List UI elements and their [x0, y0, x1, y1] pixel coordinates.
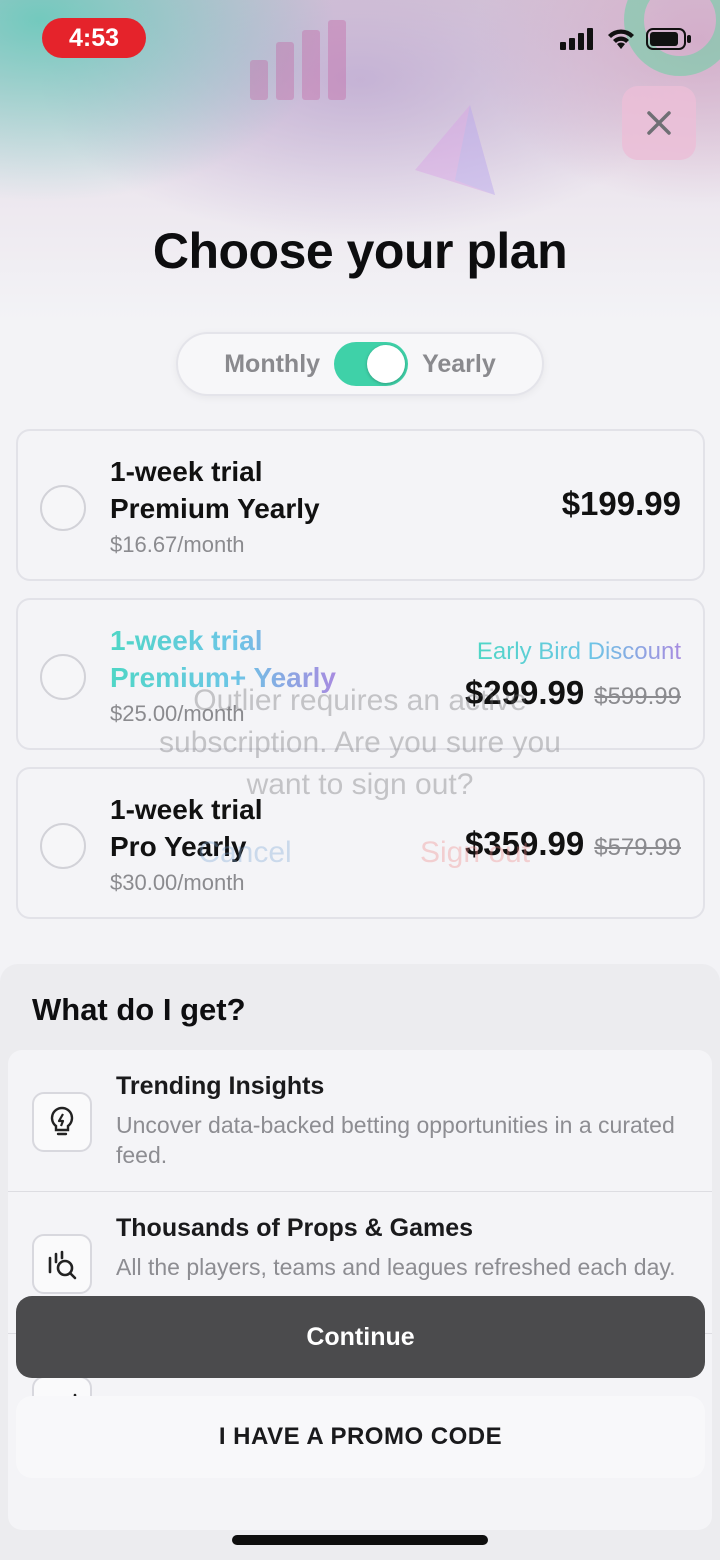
benefit-title: Trending Insights	[116, 1072, 325, 1100]
status-icons	[560, 28, 692, 50]
alert-sign-out-button[interactable]: Sign out	[360, 836, 590, 870]
billing-period-toggle[interactable]: Monthly Yearly	[176, 332, 544, 396]
status-bar: 4:53	[0, 0, 720, 80]
monthly-label[interactable]: Monthly	[224, 350, 320, 379]
plan-monthly-price: $16.67/month	[110, 532, 245, 557]
plan-price: $199.99	[561, 485, 681, 522]
plan-card-premium-yearly[interactable]: 1-week trial Premium Yearly $16.67/month…	[16, 429, 705, 581]
plan-text: 1-week trial Premium Yearly $16.67/month	[110, 453, 320, 563]
battery-icon	[646, 28, 691, 50]
alert-cancel-button[interactable]: Cancel	[130, 836, 360, 870]
wifi-icon	[608, 29, 634, 49]
plan-radio[interactable]	[40, 485, 86, 531]
promo-code-button[interactable]: I HAVE A PROMO CODE	[16, 1396, 705, 1478]
yearly-label[interactable]: Yearly	[422, 350, 496, 379]
benefit-description: Uncover data-backed betting opportunitie…	[116, 1112, 675, 1168]
billing-switch[interactable]	[334, 342, 409, 386]
lightbulb-icon	[32, 1092, 92, 1152]
benefit-item: Trending Insights Uncover data-backed be…	[8, 1050, 712, 1192]
alert-message: Outlier requires an active subscription.…	[159, 684, 561, 801]
plan-monthly-price: $30.00/month	[110, 870, 245, 895]
plan-trial-label: 1-week trial	[110, 456, 263, 487]
decorative-cone	[415, 105, 495, 195]
sign-out-alert: Outlier requires an active subscription.…	[130, 680, 590, 870]
benefits-title: What do I get?	[32, 992, 246, 1027]
status-time: 4:53	[42, 18, 146, 58]
page-title: Choose your plan	[152, 223, 568, 279]
props-search-icon	[32, 1234, 92, 1294]
home-indicator[interactable]	[232, 1535, 488, 1545]
plan-original-price: $599.99	[594, 683, 681, 710]
plan-radio[interactable]	[40, 823, 86, 869]
close-icon	[647, 111, 671, 135]
plan-original-price: $579.99	[594, 834, 681, 861]
plan-name: Premium Yearly	[110, 493, 320, 524]
benefit-description: All the players, teams and leagues refre…	[116, 1254, 676, 1280]
continue-button[interactable]: Continue	[16, 1296, 705, 1378]
alert-actions: Cancel Sign out	[130, 836, 590, 870]
plan-trial-label: 1-week trial	[110, 622, 336, 659]
signal-icon	[560, 28, 593, 50]
switch-knob	[367, 345, 406, 383]
close-button[interactable]	[622, 86, 696, 160]
plan-radio[interactable]	[40, 654, 86, 700]
benefit-title: Thousands of Props & Games	[116, 1214, 474, 1242]
early-bird-badge: Early Bird Discount	[476, 638, 681, 665]
